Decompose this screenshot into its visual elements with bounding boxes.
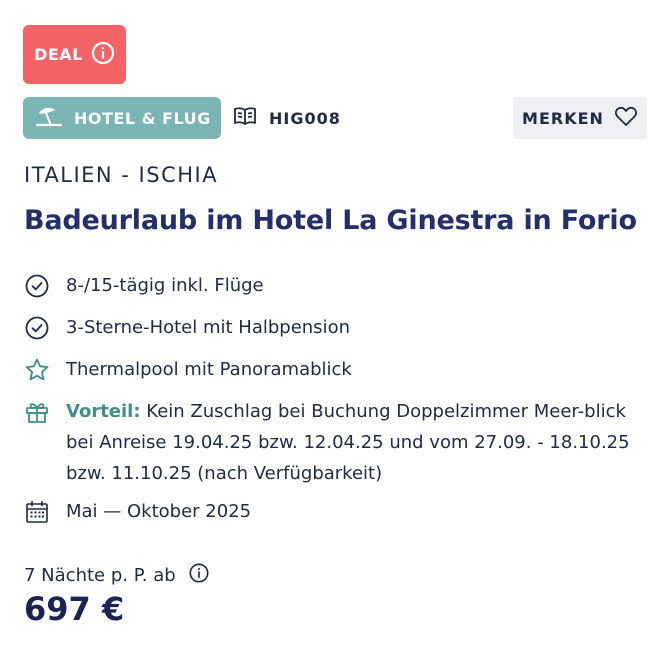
- offer-title[interactable]: Badeurlaub im Hotel La Ginestra in Forio: [24, 205, 664, 236]
- calendar-icon: [24, 496, 52, 527]
- price-label-text: 7 Nächte p. P. ab: [24, 565, 176, 586]
- deal-label: DEAL: [34, 45, 83, 64]
- offer-code: HIG008: [233, 97, 341, 139]
- deal-badge[interactable]: DEAL: [23, 25, 126, 84]
- feature-item-vorteil: Vorteil: Kein Zuschlag bei Buchung Doppe…: [24, 396, 636, 489]
- book-icon: [233, 106, 257, 130]
- price-label: 7 Nächte p. P. ab: [24, 562, 210, 589]
- info-icon[interactable]: [188, 562, 210, 589]
- merken-label: MERKEN: [522, 108, 604, 128]
- feature-text: 3-Sterne-Hotel mit Halbpension: [66, 317, 350, 338]
- feature-item: Thermalpool mit Panoramablick: [24, 354, 636, 385]
- badge-label: HOTEL & FLUG: [74, 108, 211, 128]
- feature-text: Thermalpool mit Panoramablick: [66, 359, 352, 380]
- feature-text: Mai — Oktober 2025: [66, 501, 252, 522]
- star-icon: [24, 354, 52, 385]
- type-row: HOTEL & FLUG HIG008 MERKEN: [23, 97, 647, 139]
- beach-umbrella-icon: [35, 105, 63, 131]
- gift-icon: [24, 396, 52, 489]
- check-circle-icon: [24, 312, 52, 343]
- hotel-flug-badge: HOTEL & FLUG: [23, 97, 221, 139]
- vorteil-text: Kein Zuschlag bei Buchung Doppelzimmer M…: [66, 401, 630, 484]
- info-icon[interactable]: [91, 41, 115, 69]
- feature-text: 8-/15-tägig inkl. Flüge: [66, 275, 264, 296]
- merken-button[interactable]: MERKEN: [513, 97, 647, 139]
- check-circle-icon: [24, 270, 52, 301]
- feature-item: Mai — Oktober 2025: [24, 496, 636, 527]
- feature-item: 3-Sterne-Hotel mit Halbpension: [24, 312, 636, 343]
- code-label: HIG008: [269, 108, 341, 128]
- price-value: 697 €: [24, 590, 125, 628]
- vorteil-label: Vorteil:: [66, 401, 141, 422]
- feature-item: 8-/15-tägig inkl. Flüge: [24, 270, 636, 301]
- location: ITALIEN - ISCHIA: [24, 163, 219, 187]
- heart-icon: [614, 105, 638, 131]
